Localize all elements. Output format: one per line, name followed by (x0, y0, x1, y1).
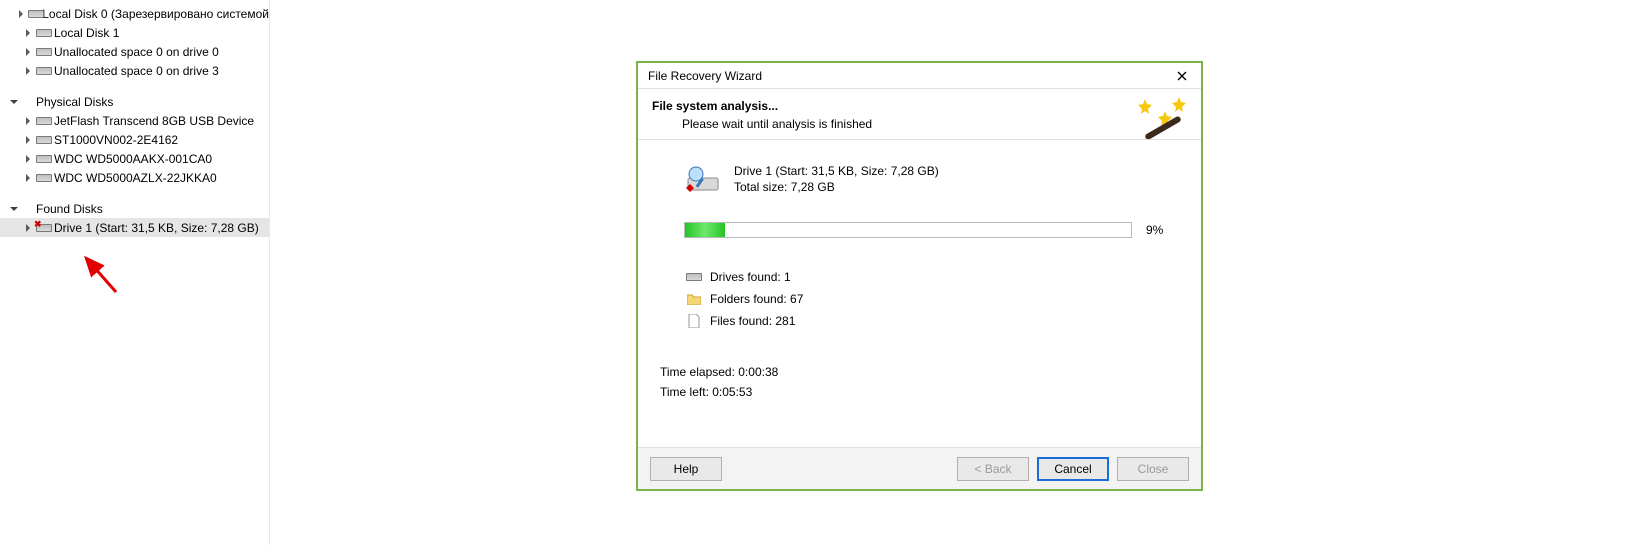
chevron-right-icon (17, 8, 26, 20)
wizard-wand-icon (1135, 95, 1191, 141)
back-button: < Back (957, 457, 1029, 481)
chevron-right-icon (22, 65, 34, 77)
tree-item-label: JetFlash Transcend 8GB USB Device (54, 114, 254, 128)
drive-scan-icon (684, 164, 724, 194)
stats-block: Drives found: 1 Folders found: 67 Files … (686, 266, 1183, 332)
wizard-heading: File system analysis... (652, 99, 1187, 113)
close-button[interactable] (1169, 66, 1195, 86)
drive-name-text: Drive 1 (Start: 31,5 KB, Size: 7,28 GB) (734, 164, 939, 178)
tree-item-local-disk-1[interactable]: Local Disk 1 (0, 23, 269, 42)
disk-icon (36, 173, 50, 183)
wizard-subtitle: Please wait until analysis is finished (682, 117, 1187, 131)
progress-fill (685, 223, 725, 237)
help-button[interactable]: Help (650, 457, 722, 481)
wizard-footer: Help < Back Cancel Close (638, 447, 1201, 489)
stat-label: Files found: 281 (710, 314, 795, 328)
disk-icon (36, 66, 50, 76)
disk-icon (36, 47, 50, 57)
tree-item-label: WDC WD5000AZLX-22JKKA0 (54, 171, 217, 185)
stat-label: Drives found: 1 (710, 270, 791, 284)
progress-percent-text: 9% (1146, 223, 1163, 237)
tree-item-wdc-azlx[interactable]: WDC WD5000AZLX-22JKKA0 (0, 168, 269, 187)
chevron-right-icon (22, 134, 34, 146)
stat-label: Folders found: 67 (710, 292, 803, 306)
tree-group-label: Physical Disks (36, 95, 113, 109)
tree-group-found-disks[interactable]: Found Disks (0, 199, 269, 218)
tree-item-found-drive-1[interactable]: Drive 1 (Start: 31,5 KB, Size: 7,28 GB) (0, 218, 269, 237)
close-icon (1177, 71, 1187, 81)
file-recovery-wizard-dialog: File Recovery Wizard File system analysi… (636, 61, 1203, 491)
tree-item-unalloc-0-3[interactable]: Unallocated space 0 on drive 3 (0, 61, 269, 80)
tree-item-local-disk-0[interactable]: Local Disk 0 (Зарезервировано системой (0, 4, 269, 23)
tree-item-label: WDC WD5000AAKX-001CA0 (54, 152, 212, 166)
time-block: Time elapsed: 0:00:38 Time left: 0:05:53 (660, 362, 1183, 402)
tree-item-jetflash[interactable]: JetFlash Transcend 8GB USB Device (0, 111, 269, 130)
time-left-text: Time left: 0:05:53 (660, 382, 1183, 402)
tree-item-label: ST1000VN002-2E4162 (54, 133, 178, 147)
chevron-right-icon (22, 172, 34, 184)
disk-icon (36, 135, 50, 145)
disk-icon (36, 28, 50, 38)
folder-icon (686, 292, 702, 306)
drive-total-size-text: Total size: 7,28 GB (734, 180, 939, 194)
tree-panel: Local Disk 0 (Зарезервировано системой L… (0, 0, 270, 545)
disk-broken-icon (36, 223, 50, 233)
wizard-header: File system analysis... Please wait unti… (638, 89, 1201, 139)
chevron-right-icon (22, 27, 34, 39)
wizard-body: Drive 1 (Start: 31,5 KB, Size: 7,28 GB) … (638, 139, 1201, 465)
close-button-footer: Close (1117, 457, 1189, 481)
tree-item-label: Unallocated space 0 on drive 0 (54, 45, 219, 59)
disk-icon (686, 270, 702, 284)
chevron-right-icon (22, 222, 34, 234)
chevron-right-icon (22, 115, 34, 127)
chevron-right-icon (22, 46, 34, 58)
progress-row: 9% (684, 222, 1183, 238)
tree-group-physical-disks[interactable]: Physical Disks (0, 92, 269, 111)
tree-item-unalloc-0-0[interactable]: Unallocated space 0 on drive 0 (0, 42, 269, 61)
stat-drives-found: Drives found: 1 (686, 266, 1183, 288)
tree-item-st1000[interactable]: ST1000VN002-2E4162 (0, 130, 269, 149)
disk-icon (36, 154, 50, 164)
stat-files-found: Files found: 281 (686, 310, 1183, 332)
drive-info-row: Drive 1 (Start: 31,5 KB, Size: 7,28 GB) … (684, 164, 1183, 194)
disk-icon (28, 9, 39, 19)
file-icon (686, 314, 702, 328)
annotation-arrow-icon (76, 252, 126, 302)
wizard-titlebar[interactable]: File Recovery Wizard (638, 63, 1201, 89)
stat-folders-found: Folders found: 67 (686, 288, 1183, 310)
chevron-down-icon (8, 96, 20, 108)
chevron-down-icon (8, 203, 20, 215)
tree-item-label: Local Disk 0 (Зарезервировано системой (42, 7, 269, 21)
wizard-title: File Recovery Wizard (648, 69, 1169, 83)
tree-item-wdc-aakx[interactable]: WDC WD5000AAKX-001CA0 (0, 149, 269, 168)
progress-bar (684, 222, 1132, 238)
time-elapsed-text: Time elapsed: 0:00:38 (660, 362, 1183, 382)
disk-icon (36, 116, 50, 126)
tree-item-label: Drive 1 (Start: 31,5 KB, Size: 7,28 GB) (54, 221, 259, 235)
tree-item-label: Unallocated space 0 on drive 3 (54, 64, 219, 78)
cancel-button[interactable]: Cancel (1037, 457, 1109, 481)
chevron-right-icon (22, 153, 34, 165)
tree-item-label: Local Disk 1 (54, 26, 119, 40)
tree-group-label: Found Disks (36, 202, 103, 216)
